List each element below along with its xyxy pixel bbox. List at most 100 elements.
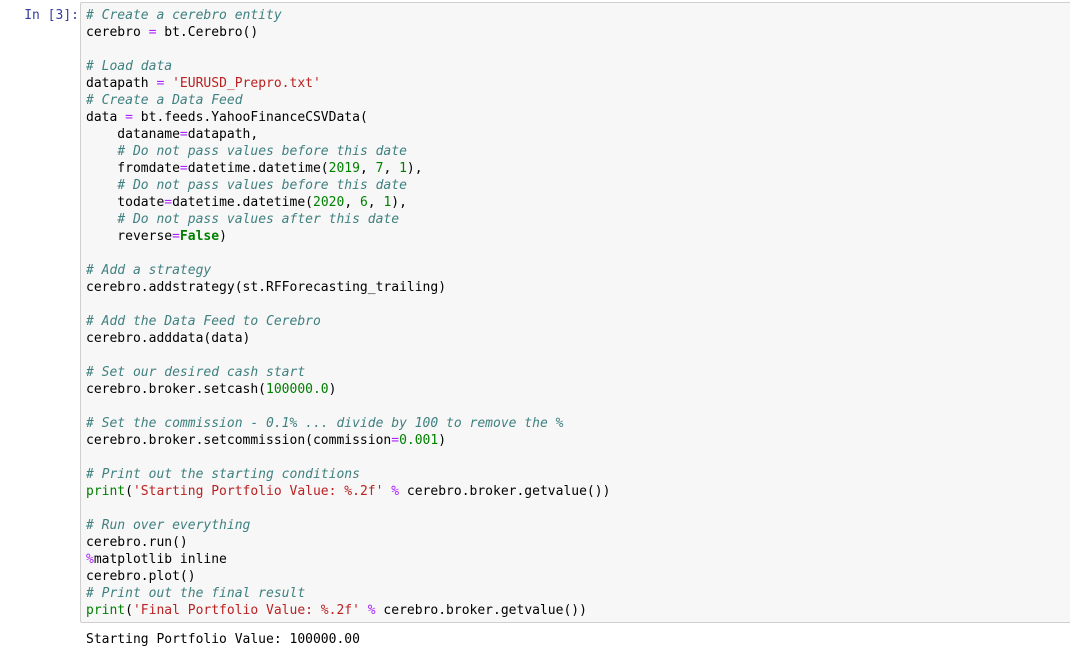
code-line: data = bt.feeds.YahooFinanceCSVData( xyxy=(86,109,610,126)
code-token: # Create a cerebro entity xyxy=(86,8,282,23)
code-line: cerebro.adddata(data) xyxy=(86,330,610,347)
code-line: # Do not pass values after this date xyxy=(86,211,610,228)
code-token: # Create a Data Feed xyxy=(86,93,243,108)
code-token: # Do not pass values before this date xyxy=(117,178,407,193)
code-token: 'EURUSD_Prepro.txt' xyxy=(172,76,321,91)
code-token: cerebro.broker.getvalue()) xyxy=(399,484,611,499)
code-token: = xyxy=(125,110,133,125)
code-line: print('Starting Portfolio Value: %.2f' %… xyxy=(86,483,610,500)
code-line: cerebro.addstrategy(st.RFForecasting_tra… xyxy=(86,279,610,296)
code-token: cerebro.run() xyxy=(86,535,188,550)
code-line: %matplotlib inline xyxy=(86,551,610,568)
code-text[interactable]: # Create a cerebro entity cerebro = bt.Ce… xyxy=(86,7,610,619)
code-token: cerebro.plot() xyxy=(86,569,196,584)
code-token: bt.feeds.YahooFinanceCSVData( xyxy=(132,110,368,125)
code-token: # Set our desired cash start xyxy=(86,365,306,380)
code-line: cerebro.run() xyxy=(86,534,610,551)
code-token: cerebro.adddata(data) xyxy=(86,331,251,346)
code-line: # Print out the final result xyxy=(86,585,610,602)
code-token: # Load data xyxy=(86,59,173,74)
code-token: , xyxy=(344,195,360,210)
code-token: # Add a strategy xyxy=(86,263,212,278)
code-token: cerebro.addstrategy(st.RFForecasting_tra… xyxy=(86,280,447,295)
code-line: # Set our desired cash start xyxy=(86,364,610,381)
code-token: False xyxy=(179,229,220,244)
code-line: reverse=False) xyxy=(86,228,610,245)
code-token: 2020 xyxy=(313,195,345,210)
code-token: # Set the commission - 0.1% ... divide b… xyxy=(86,416,564,431)
code-token: , xyxy=(383,161,400,176)
code-token: % xyxy=(86,552,94,567)
code-line: datapath = 'EURUSD_Prepro.txt' xyxy=(86,75,610,92)
code-token: 100000.0 xyxy=(266,382,329,397)
code-token: cerebro.broker.setcommission(commission xyxy=(86,433,392,448)
code-token: datapath xyxy=(86,76,157,91)
code-token: # Print out the final result xyxy=(86,586,306,601)
code-token: datetime.datetime( xyxy=(172,195,313,210)
code-line: # Add a strategy xyxy=(86,262,610,279)
code-line: dataname=datapath, xyxy=(86,126,610,143)
code-token: = xyxy=(391,433,400,448)
code-token: ), xyxy=(406,161,423,176)
code-token: 2019 xyxy=(328,161,360,176)
code-token: print xyxy=(86,603,126,618)
code-token: cerebro.broker.getvalue()) xyxy=(375,603,587,618)
code-token: dataname xyxy=(86,127,180,142)
code-token: # Do not pass values after this date xyxy=(117,212,400,227)
code-token: # Run over everything xyxy=(86,518,251,533)
code-line: cerebro = bt.Cerebro() xyxy=(86,24,610,41)
code-token: # Print out the starting conditions xyxy=(86,467,360,482)
code-token: 'Starting Portfolio Value: %.2f' xyxy=(132,484,384,499)
code-editor[interactable]: # Create a cerebro entity cerebro = bt.Ce… xyxy=(80,2,1070,623)
code-token: , xyxy=(367,195,384,210)
code-token: ( xyxy=(125,603,133,618)
code-token: # Add the Data Feed to Cerebro xyxy=(86,314,321,329)
code-line: # Create a cerebro entity xyxy=(86,7,610,24)
code-token: % xyxy=(391,484,400,499)
input-prompt: In [3]: xyxy=(24,8,79,23)
code-line: # Add the Data Feed to Cerebro xyxy=(86,313,610,330)
code-token: print xyxy=(86,484,126,499)
code-token: ) xyxy=(438,433,447,448)
code-token: = xyxy=(179,127,188,142)
code-line: cerebro.broker.setcommission(commission=… xyxy=(86,432,610,449)
code-line: # Load data xyxy=(86,58,610,75)
code-token: bt.Cerebro() xyxy=(156,25,259,40)
code-token: 'Final Portfolio Value: %.2f' xyxy=(132,603,360,618)
code-line: # Do not pass values before this date xyxy=(86,177,610,194)
code-token: = xyxy=(179,161,188,176)
code-token: cerebro xyxy=(86,25,149,40)
code-line: fromdate=datetime.datetime(2019, 7, 1), xyxy=(86,160,610,177)
code-line: todate=datetime.datetime(2020, 6, 1), xyxy=(86,194,610,211)
code-token: ( xyxy=(125,484,133,499)
code-token: 1 xyxy=(399,161,407,176)
code-token: % xyxy=(367,603,376,618)
code-token: = xyxy=(164,195,173,210)
code-token: ), xyxy=(391,195,407,210)
code-token: 6 xyxy=(359,195,368,210)
code-line: # Create a Data Feed xyxy=(86,92,610,109)
code-line: cerebro.broker.setcash(100000.0) xyxy=(86,381,610,398)
code-token: reverse xyxy=(86,229,173,244)
cell-output: Starting Portfolio Value: 100000.00 xyxy=(86,632,360,647)
code-line: # Set the commission - 0.1% ... divide b… xyxy=(86,415,610,432)
code-token: = xyxy=(172,229,180,244)
code-token: ) xyxy=(328,382,337,397)
code-token: fromdate xyxy=(86,161,180,176)
code-line: # Run over everything xyxy=(86,517,610,534)
code-line: print('Final Portfolio Value: %.2f' % ce… xyxy=(86,602,610,619)
code-line: # Do not pass values before this date xyxy=(86,143,610,160)
code-token: todate xyxy=(86,195,165,210)
code-token: , xyxy=(359,161,376,176)
code-token: ) xyxy=(219,229,227,244)
code-token: matplotlib inline xyxy=(93,552,227,567)
